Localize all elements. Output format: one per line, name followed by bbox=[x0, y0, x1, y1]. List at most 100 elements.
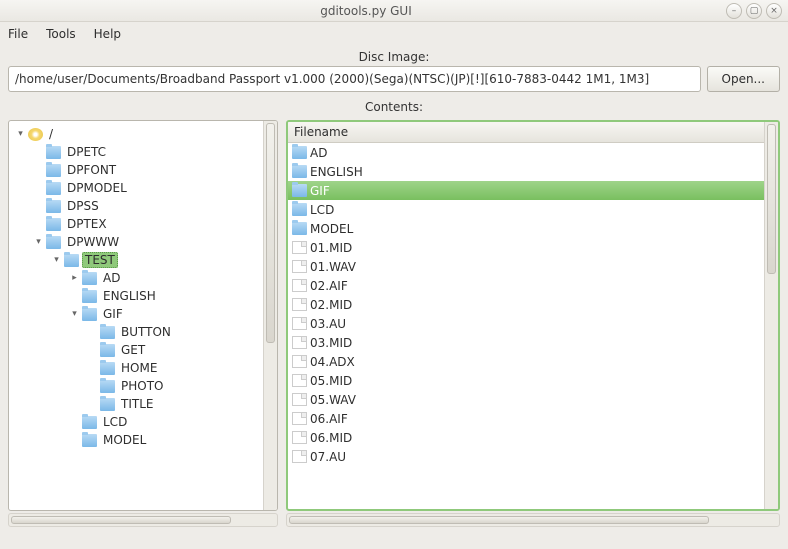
tree-item[interactable]: MODEL bbox=[11, 431, 261, 449]
open-button[interactable]: Open... bbox=[707, 66, 781, 92]
list-item[interactable]: 03.MID bbox=[288, 333, 764, 352]
tree-item[interactable]: DPMODEL bbox=[11, 179, 261, 197]
list-item[interactable]: AD bbox=[288, 143, 764, 162]
list-item[interactable]: 05.WAV bbox=[288, 390, 764, 409]
file-icon bbox=[292, 279, 307, 292]
maximize-button[interactable]: ▢ bbox=[746, 3, 762, 19]
tree-item-label: AD bbox=[100, 270, 123, 286]
tree-item-label: DPFONT bbox=[64, 162, 119, 178]
tree-item-label: / bbox=[46, 126, 56, 142]
folder-icon bbox=[292, 203, 307, 216]
tree-hscroll[interactable] bbox=[8, 513, 278, 527]
list-item[interactable]: 02.MID bbox=[288, 295, 764, 314]
tree-item-label: HOME bbox=[118, 360, 160, 376]
tree-item[interactable]: BUTTON bbox=[11, 323, 261, 341]
disc-path-input[interactable] bbox=[8, 66, 701, 92]
file-icon bbox=[292, 412, 307, 425]
disc-image-label: Disc Image: bbox=[0, 46, 788, 66]
tree-item[interactable]: ▾/ bbox=[11, 125, 261, 143]
tree-item[interactable]: GET bbox=[11, 341, 261, 359]
tree-item[interactable]: PHOTO bbox=[11, 377, 261, 395]
tree-item[interactable]: LCD bbox=[11, 413, 261, 431]
tree-item[interactable]: DPSS bbox=[11, 197, 261, 215]
tree-spacer bbox=[87, 327, 98, 338]
menu-tools[interactable]: Tools bbox=[46, 27, 76, 41]
list-item-label: 03.MID bbox=[310, 336, 352, 350]
tree-body[interactable]: ▾/DPETCDPFONTDPMODELDPSSDPTEX▾DPWWW▾TEST… bbox=[9, 121, 263, 510]
list-item[interactable]: 01.WAV bbox=[288, 257, 764, 276]
tree-item-label: BUTTON bbox=[118, 324, 174, 340]
tree-item[interactable]: ▾TEST bbox=[11, 251, 261, 269]
folder-icon bbox=[82, 272, 97, 285]
tree-spacer bbox=[87, 345, 98, 356]
list-item-label: 01.MID bbox=[310, 241, 352, 255]
folder-icon bbox=[46, 146, 61, 159]
tree-spacer bbox=[33, 201, 44, 212]
close-button[interactable]: × bbox=[766, 3, 782, 19]
list-item-label: 05.WAV bbox=[310, 393, 356, 407]
folder-icon bbox=[100, 362, 115, 375]
list-hscroll[interactable] bbox=[286, 513, 780, 527]
menu-help[interactable]: Help bbox=[94, 27, 121, 41]
tree-spacer bbox=[87, 399, 98, 410]
list-item-label: AD bbox=[310, 146, 327, 160]
list-item[interactable]: GIF bbox=[288, 181, 764, 200]
list-item-label: 01.WAV bbox=[310, 260, 356, 274]
list-item-label: 07.AU bbox=[310, 450, 346, 464]
chevron-down-icon[interactable]: ▾ bbox=[69, 309, 80, 320]
tree-item[interactable]: TITLE bbox=[11, 395, 261, 413]
window-title: gditools.py GUI bbox=[6, 4, 726, 18]
tree-item[interactable]: DPTEX bbox=[11, 215, 261, 233]
list-item[interactable]: 05.MID bbox=[288, 371, 764, 390]
tree-spacer bbox=[87, 381, 98, 392]
titlebar: gditools.py GUI – ▢ × bbox=[0, 0, 788, 22]
list-item[interactable]: 07.AU bbox=[288, 447, 764, 466]
tree-vscroll[interactable] bbox=[263, 121, 277, 510]
list-item[interactable]: 01.MID bbox=[288, 238, 764, 257]
chevron-right-icon[interactable]: ▸ bbox=[69, 273, 80, 284]
folder-icon bbox=[64, 254, 79, 267]
folder-icon bbox=[100, 380, 115, 393]
minimize-button[interactable]: – bbox=[726, 3, 742, 19]
tree-item[interactable]: ▾GIF bbox=[11, 305, 261, 323]
tree-spacer bbox=[33, 165, 44, 176]
list-item[interactable]: 06.MID bbox=[288, 428, 764, 447]
list-item[interactable]: LCD bbox=[288, 200, 764, 219]
tree-spacer bbox=[87, 363, 98, 374]
list-vscroll[interactable] bbox=[764, 122, 778, 509]
list-item[interactable]: 04.ADX bbox=[288, 352, 764, 371]
tree-spacer bbox=[33, 183, 44, 194]
list-item[interactable]: MODEL bbox=[288, 219, 764, 238]
tree-item[interactable]: ▸ AD bbox=[11, 269, 261, 287]
folder-icon bbox=[292, 184, 307, 197]
folder-icon bbox=[100, 326, 115, 339]
list-item-label: GIF bbox=[310, 184, 330, 198]
folder-icon bbox=[46, 236, 61, 249]
tree-spacer bbox=[69, 417, 80, 428]
chevron-down-icon[interactable]: ▾ bbox=[33, 237, 44, 248]
menubar: File Tools Help bbox=[0, 22, 788, 46]
chevron-down-icon[interactable]: ▾ bbox=[51, 255, 62, 266]
list-item-label: LCD bbox=[310, 203, 334, 217]
tree-item[interactable]: DPETC bbox=[11, 143, 261, 161]
tree-item[interactable]: ▾DPWWW bbox=[11, 233, 261, 251]
file-icon bbox=[292, 374, 307, 387]
folder-icon bbox=[292, 165, 307, 178]
tree-spacer bbox=[33, 147, 44, 158]
tree-item-label: MODEL bbox=[100, 432, 149, 448]
tree-item[interactable]: ENGLISH bbox=[11, 287, 261, 305]
tree-item-label: DPSS bbox=[64, 198, 102, 214]
tree-item[interactable]: DPFONT bbox=[11, 161, 261, 179]
list-body[interactable]: Filename AD ENGLISH GIF LCD MODEL 01.MID 01.WA… bbox=[288, 122, 764, 509]
list-item[interactable]: 02.AIF bbox=[288, 276, 764, 295]
file-icon bbox=[292, 317, 307, 330]
list-item[interactable]: 03.AU bbox=[288, 314, 764, 333]
tree-item[interactable]: HOME bbox=[11, 359, 261, 377]
chevron-down-icon[interactable]: ▾ bbox=[15, 129, 26, 140]
folder-icon bbox=[46, 164, 61, 177]
list-item[interactable]: ENGLISH bbox=[288, 162, 764, 181]
disc-icon bbox=[28, 128, 43, 141]
list-item[interactable]: 06.AIF bbox=[288, 409, 764, 428]
list-header-filename[interactable]: Filename bbox=[288, 122, 764, 143]
menu-file[interactable]: File bbox=[8, 27, 28, 41]
